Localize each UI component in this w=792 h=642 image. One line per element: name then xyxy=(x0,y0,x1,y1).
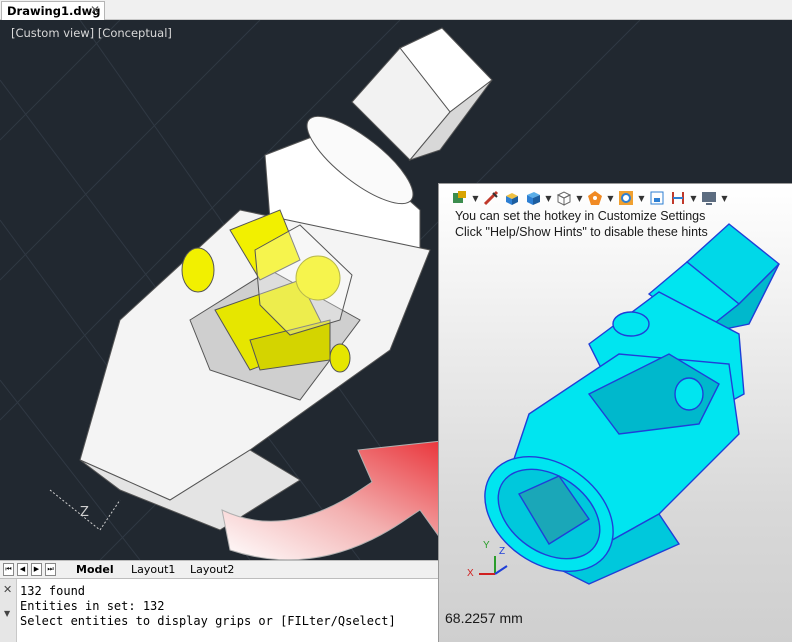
command-sidebar: ✕ ▼ xyxy=(0,579,17,642)
measurement-readout: 68.2257 mm xyxy=(445,610,523,626)
command-prompt[interactable]: Select entities to display grips or [FIL… xyxy=(20,614,396,628)
ucs-icon: Z xyxy=(49,489,121,531)
next-layout-button[interactable]: ▶ xyxy=(31,563,42,576)
command-history-line-2: Entities in set: 132 xyxy=(20,599,165,613)
command-history-line-1: 132 found xyxy=(20,584,86,598)
chevron-down-icon[interactable]: ▼ xyxy=(4,609,10,618)
tab-layout2[interactable]: Layout2 xyxy=(190,562,234,578)
document-tab-strip: Drawing1.dwg ✕ xyxy=(0,0,792,20)
axis-triad xyxy=(479,556,508,575)
layout-tab-bar: ⏮ ◀ ▶ ⏭ Model Layout1 Layout2 xyxy=(0,560,438,578)
command-window: ✕ ▼ 132 found Entities in set: 132 Selec… xyxy=(0,578,438,642)
document-tab-label: Drawing1.dwg xyxy=(7,4,101,18)
render-preview-panel: ▼ ▼ ▼ ▼ ▼ ▼ ▼ You can set the hotkey in … xyxy=(438,183,792,642)
tab-model[interactable]: Model xyxy=(76,562,114,578)
view-style-label[interactable]: [Custom view] [Conceptual] xyxy=(11,26,172,40)
first-layout-button[interactable]: ⏮ xyxy=(3,563,14,576)
tab-layout1[interactable]: Layout1 xyxy=(131,562,175,578)
prev-layout-button[interactable]: ◀ xyxy=(17,563,28,576)
close-icon[interactable]: ✕ xyxy=(90,3,100,17)
document-tab[interactable]: Drawing1.dwg ✕ xyxy=(1,1,105,20)
cyan-model-render xyxy=(479,223,781,585)
svg-text:Z: Z xyxy=(80,505,89,520)
axis-x-label: X xyxy=(467,568,474,579)
axis-z-label: Z xyxy=(499,546,506,557)
close-icon[interactable]: ✕ xyxy=(3,583,12,596)
axis-y-label: Y xyxy=(483,540,490,551)
last-layout-button[interactable]: ⏭ xyxy=(45,563,56,576)
